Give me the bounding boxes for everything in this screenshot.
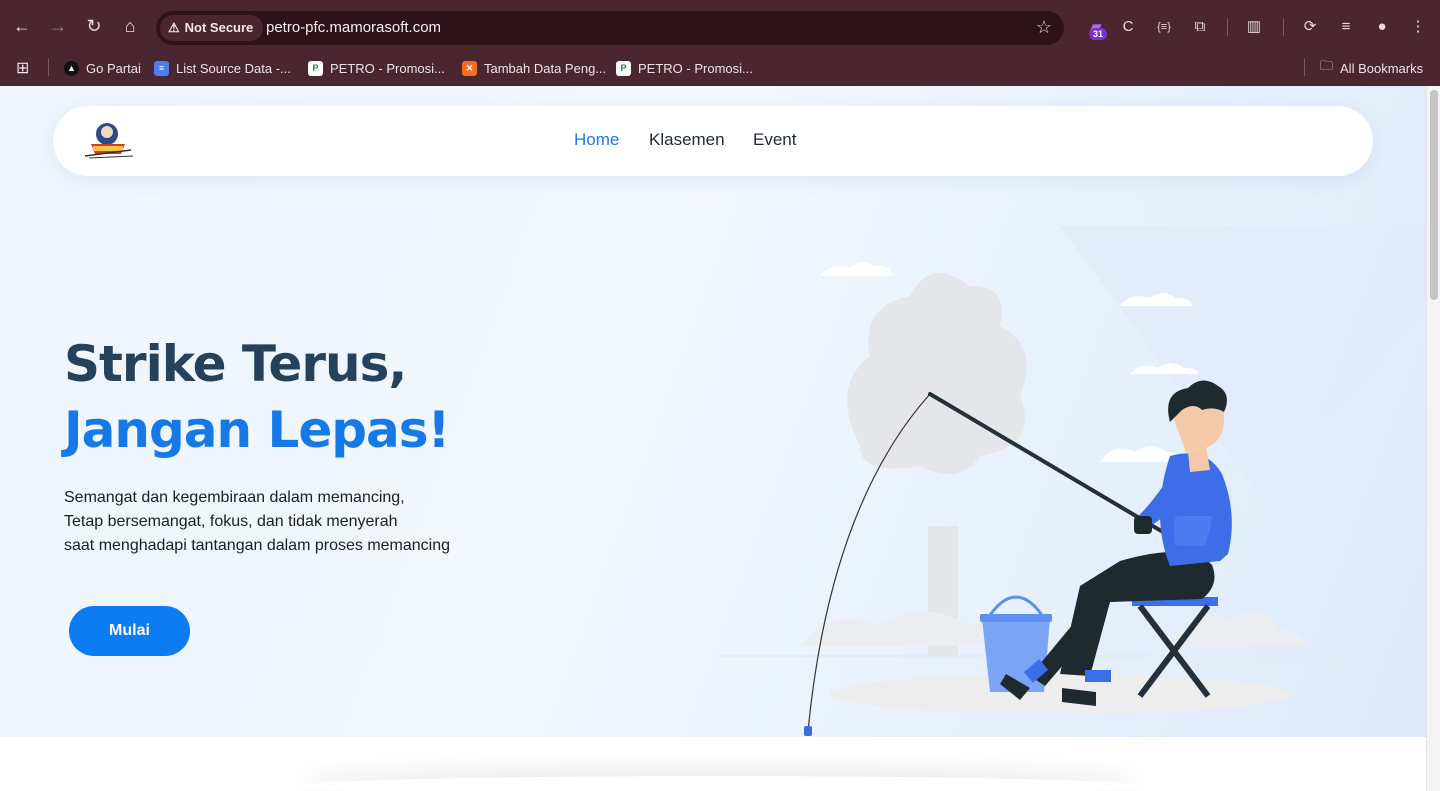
bookmark-tambah-data[interactable]: ✕ Tambah Data Peng...: [462, 56, 606, 80]
toolbar-divider: [1283, 18, 1284, 36]
hero-title-line-1: Strike Terus,: [64, 335, 407, 393]
fishing-club-logo[interactable]: [81, 120, 137, 162]
nav-link-event[interactable]: Event: [753, 130, 796, 150]
xampp-favicon-icon: ✕: [462, 60, 477, 76]
media-queue-icon[interactable]: ≡: [1335, 16, 1357, 38]
bookmark-star-icon[interactable]: ☆: [1036, 17, 1052, 38]
hero-title: Strike Terus, Jangan Lepas!: [64, 331, 450, 463]
bookmarks-divider: [1304, 58, 1305, 76]
extension-c-icon[interactable]: C: [1117, 16, 1139, 38]
petro-favicon-icon: P: [616, 60, 631, 76]
docs-favicon-icon: ≡: [154, 60, 169, 76]
bookmark-go-partai[interactable]: ▲ Go Partai: [64, 56, 141, 80]
site-navbar: Home Klasemen Event: [53, 106, 1373, 176]
apps-grid-icon[interactable]: ⊞: [16, 56, 29, 80]
bookmarks-divider: [48, 58, 49, 76]
nav-link-klasemen[interactable]: Klasemen: [649, 130, 725, 150]
profile-avatar-icon[interactable]: ●: [1371, 16, 1393, 38]
home-icon[interactable]: ⌂: [118, 14, 142, 38]
json-extension-icon[interactable]: {≡}: [1153, 16, 1175, 38]
url-text[interactable]: petro-pfc.mamorasoft.com: [266, 11, 441, 45]
forward-arrow-icon[interactable]: →: [46, 14, 70, 38]
all-bookmarks-button[interactable]: 🗀 All Bookmarks: [1320, 56, 1423, 80]
nav-link-home[interactable]: Home: [574, 130, 619, 150]
hero-description-line: Tetap bersemangat, fokus, dan tidak meny…: [64, 513, 398, 530]
partai-favicon-icon: ▲: [64, 60, 79, 76]
hero-title-line-2: Jangan Lepas!: [64, 401, 450, 459]
security-label: Not Secure: [184, 20, 254, 35]
hero-description-line: Semangat dan kegembiraan dalam memancing…: [64, 489, 405, 506]
section-card-shadow: [300, 776, 1140, 791]
side-panel-icon[interactable]: ▥: [1243, 16, 1265, 38]
performance-icon[interactable]: ⟳: [1299, 16, 1321, 38]
hero-description: Semangat dan kegembiraan dalam memancing…: [64, 486, 450, 558]
page-scrollbar[interactable]: [1426, 86, 1440, 791]
bookmark-petro-promosi-1[interactable]: P PETRO - Promosi...: [308, 56, 445, 80]
bookmark-petro-promosi-2[interactable]: P PETRO - Promosi...: [616, 56, 753, 80]
mulai-button[interactable]: Mulai: [69, 606, 190, 656]
scrollbar-thumb[interactable]: [1430, 90, 1438, 300]
browser-toolbar: ← → ↻ ⌂ ⚠ Not Secure petro-pfc.mamorasof…: [0, 0, 1440, 50]
puzzle-extensions-icon[interactable]: ⧉: [1189, 16, 1211, 38]
back-arrow-icon[interactable]: ←: [10, 14, 34, 38]
hero-section: Home Klasemen Event Strike Terus, Jangan…: [0, 86, 1426, 737]
reload-icon[interactable]: ↻: [82, 14, 106, 38]
hero-description-line: saat menghadapi tantangan dalam proses m…: [64, 537, 451, 554]
address-bar[interactable]: ⚠ Not Secure petro-pfc.mamorasoft.com ☆: [156, 11, 1064, 45]
page-viewport: Home Klasemen Event Strike Terus, Jangan…: [0, 86, 1426, 791]
toolbar-divider: [1227, 18, 1228, 36]
security-chip[interactable]: ⚠ Not Secure: [160, 15, 264, 41]
extension-badge: 31: [1089, 28, 1108, 40]
folder-icon: 🗀: [1320, 58, 1334, 73]
fishing-illustration: [720, 226, 1426, 736]
petro-favicon-icon: P: [308, 60, 323, 76]
warning-icon: ⚠: [168, 20, 180, 35]
bookmarks-bar: ⊞ ▲ Go Partai ≡ List Source Data -... P …: [0, 50, 1440, 86]
bookmark-list-source-data[interactable]: ≡ List Source Data -...: [154, 56, 291, 80]
menu-kebab-icon[interactable]: ⋮: [1407, 16, 1429, 38]
